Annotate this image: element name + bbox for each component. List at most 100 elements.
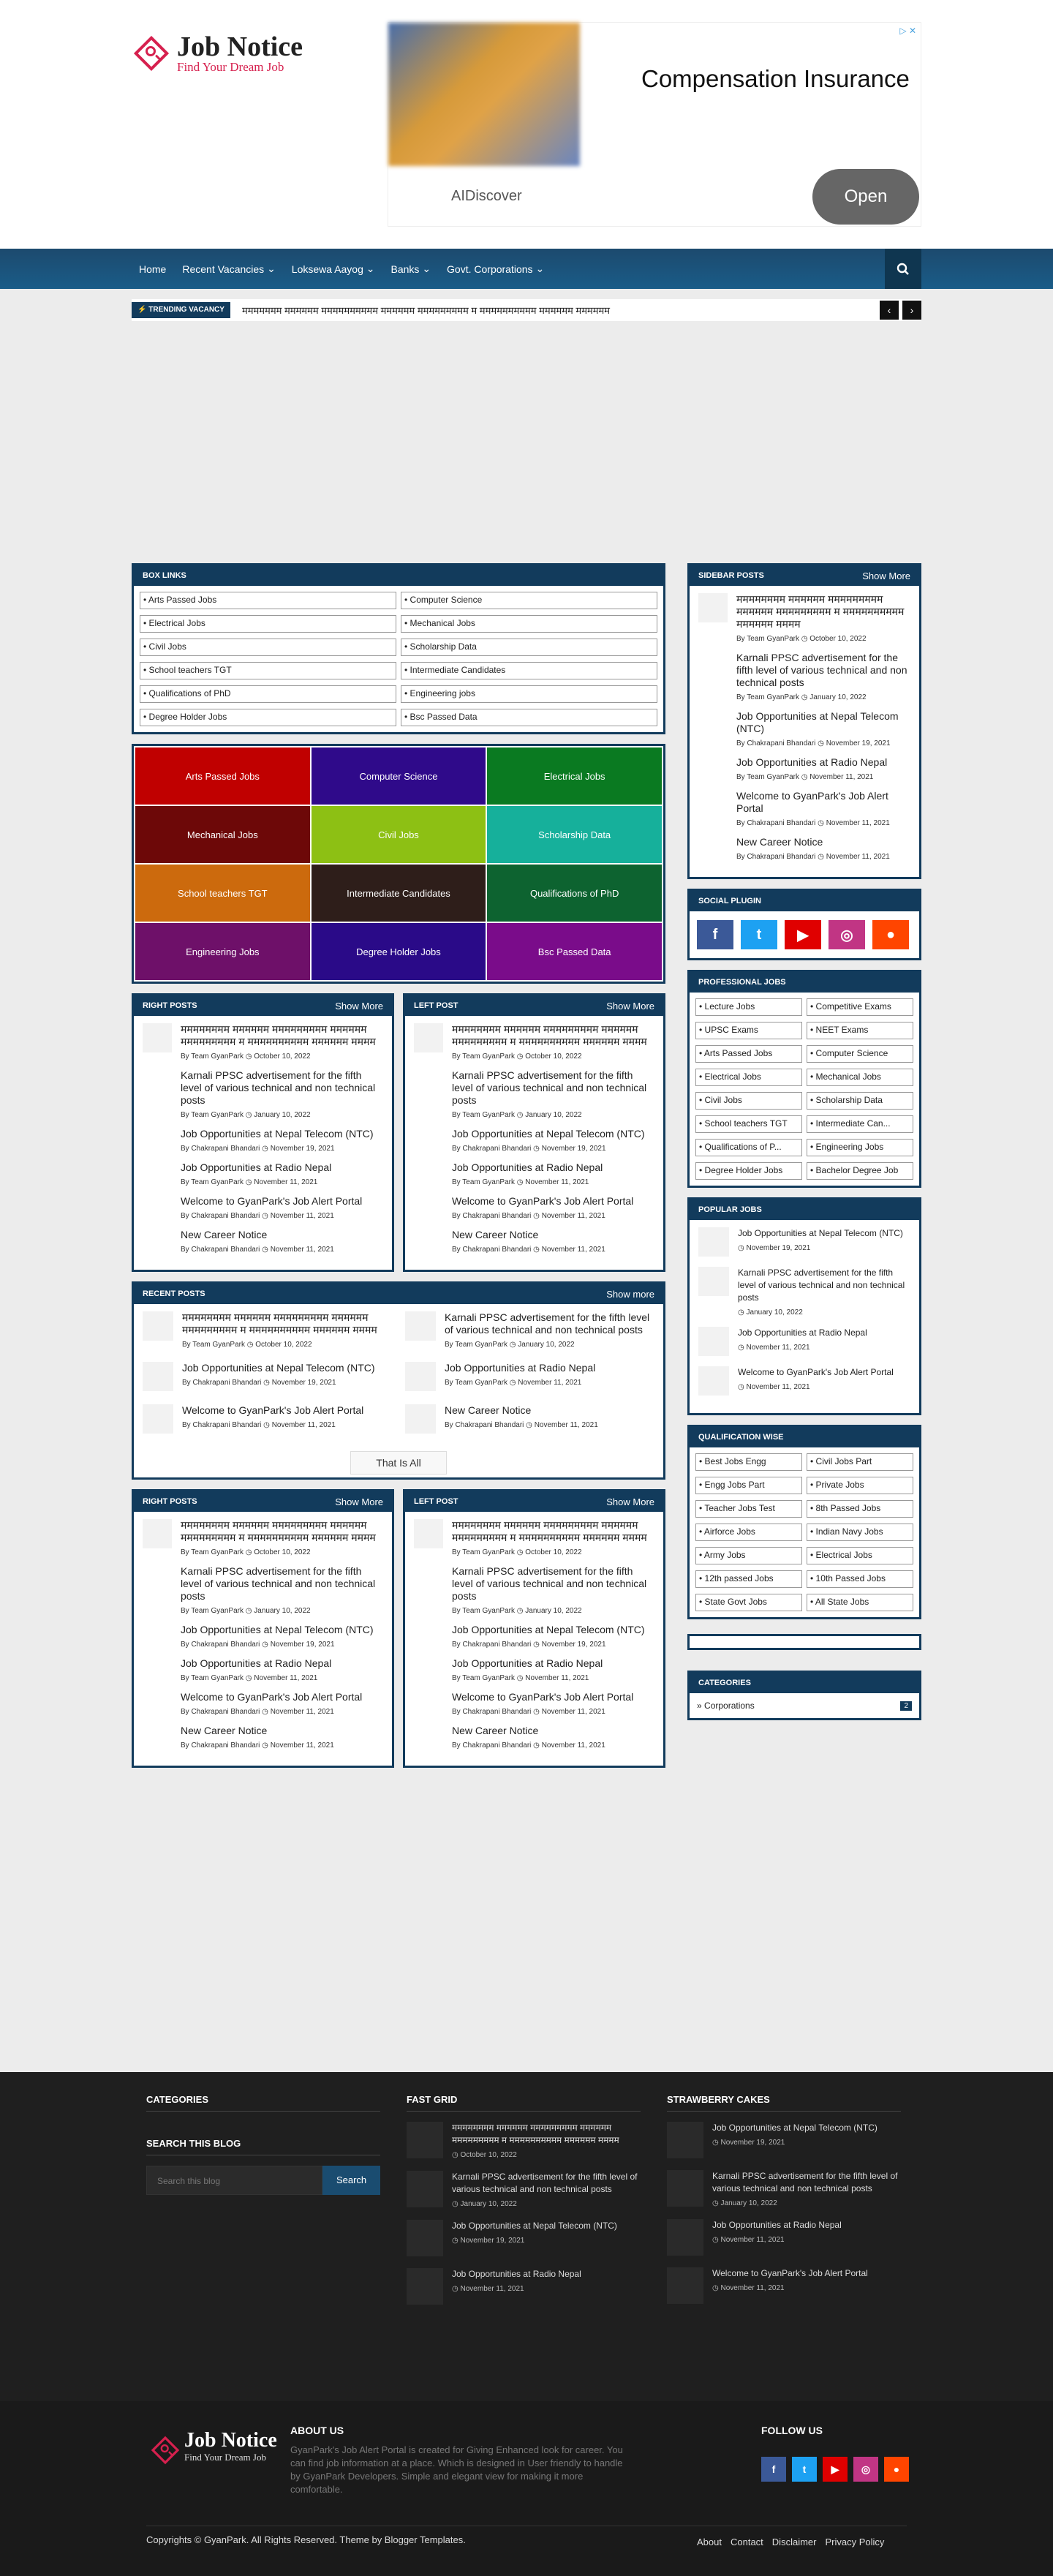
post-item[interactable]: मममममममम मममममम ममममममममम मममममम ममममममम… [143,1023,383,1061]
color-tile[interactable]: Mechanical Jobs [135,806,310,863]
post-title[interactable]: Karnali PPSC advertisement for the fifth… [181,1565,383,1603]
youtube-icon[interactable]: ▶ [823,2457,848,2482]
search-submit-button[interactable]: Search [322,2166,380,2195]
post-item[interactable]: Welcome to GyanPark's Job Alert Portal By… [698,790,910,827]
show-more-link[interactable]: Show More [335,1001,383,1012]
post-author[interactable]: Chakrapani Bhandari [462,1641,531,1649]
post-item[interactable]: Job Opportunities at Nepal Telecom (NTC)… [143,1128,383,1153]
link-item[interactable]: • Airforce Jobs [695,1524,802,1541]
post-item[interactable]: Karnali PPSC advertisement for the fifth… [698,652,910,701]
link-item[interactable]: • Engineering jobs [401,685,657,703]
post-title[interactable]: Job Opportunities at Radio Nepal [736,756,887,769]
link-item[interactable]: • School teachers TGT [140,662,396,679]
link-item[interactable]: • Arts Passed Jobs [140,592,396,609]
post-title[interactable]: मममममममम मममममम ममममममममम मममममम ममममममम… [181,1023,383,1048]
color-tile[interactable]: Computer Science [311,747,486,805]
post-author[interactable]: Team GyanPark [192,1341,245,1349]
link-item[interactable]: • Competitive Exams [807,998,913,1016]
post-author[interactable]: Team GyanPark [462,1178,515,1186]
show-more-link[interactable]: Show More [335,1496,383,1507]
post-title[interactable]: मममममममम मममममम ममममममममम मममममम ममममममम… [452,2122,641,2147]
color-tile[interactable]: Scholarship Data [487,806,662,863]
post-thumbnail[interactable] [667,2170,703,2207]
color-tile[interactable]: Civil Jobs [311,806,486,863]
post-author[interactable]: Chakrapani Bhandari [455,1421,524,1429]
post-author[interactable]: Team GyanPark [191,1607,244,1615]
post-author[interactable]: Chakrapani Bhandari [747,853,815,861]
post-item[interactable]: Job Opportunities at Radio Nepal ◷ Novemb… [698,1327,910,1356]
footer-post[interactable]: Job Opportunities at Nepal Telecom (NTC)… [667,2122,901,2158]
post-item[interactable]: Job Opportunities at Nepal Telecom (NTC)… [414,1624,654,1649]
post-title[interactable]: Karnali PPSC advertisement for the fifth… [736,652,910,689]
facebook-icon[interactable]: f [761,2457,786,2482]
link-item[interactable]: • Qualifications of P... [695,1139,802,1156]
post-title[interactable]: Job Opportunities at Radio Nepal [712,2219,842,2232]
post-item[interactable]: Job Opportunities at Nepal Telecom (NTC)… [414,1128,654,1153]
post-author[interactable]: Chakrapani Bhandari [462,1212,531,1220]
post-title[interactable]: मममममममम मममममम ममममममममम मममममम ममममममम… [182,1311,392,1336]
post-item[interactable]: Karnali PPSC advertisement for the fifth… [143,1565,383,1615]
footer-logo[interactable]: Job Notice Find Your Dream Job [146,2430,277,2465]
footer-post[interactable]: Karnali PPSC advertisement for the fifth… [407,2171,641,2208]
post-thumbnail[interactable] [407,2122,443,2158]
post-title[interactable]: Karnali PPSC advertisement for the fifth… [445,1311,654,1336]
post-author[interactable]: Chakrapani Bhandari [191,1641,260,1649]
color-tile[interactable]: Intermediate Candidates [311,865,486,922]
post-item[interactable]: मममममममम मममममम ममममममममम मममममम ममममममम… [414,1023,654,1061]
post-thumbnail[interactable] [414,1519,443,1548]
link-item[interactable]: • Mechanical Jobs [807,1069,913,1086]
post-thumbnail[interactable] [698,1366,729,1396]
post-item[interactable]: New Career Notice By Chakrapani Bhandari … [414,1725,654,1750]
show-more-link[interactable]: Show More [606,1496,654,1507]
color-tile[interactable]: School teachers TGT [135,865,310,922]
post-item[interactable]: Job Opportunities at Nepal Telecom (NTC)… [698,710,910,747]
post-item[interactable]: Karnali PPSC advertisement for the fifth… [698,1267,910,1317]
post-thumbnail[interactable] [698,1327,729,1356]
post-author[interactable]: Chakrapani Bhandari [747,739,815,747]
post-item[interactable]: New Career Notice By Chakrapani Bhandari … [143,1229,383,1254]
link-item[interactable]: • Indian Navy Jobs [807,1524,913,1541]
post-title[interactable]: Welcome to GyanPark's Job Alert Portal [738,1366,894,1379]
post-title[interactable]: Job Opportunities at Nepal Telecom (NTC) [452,1624,645,1636]
post-item[interactable]: मममममममम मममममम ममममममममम मममममम ममममममम… [414,1519,654,1556]
post-title[interactable]: New Career Notice [452,1725,605,1737]
link-item[interactable]: • Arts Passed Jobs [695,1045,802,1063]
instagram-icon[interactable]: ◎ [829,920,865,949]
post-author[interactable]: Chakrapani Bhandari [191,1145,260,1153]
post-title[interactable]: मममममममम मममममम ममममममममम मममममम ममममममम… [452,1023,654,1048]
post-title[interactable]: Job Opportunities at Nepal Telecom (NTC) [181,1624,374,1636]
post-thumbnail[interactable] [407,2268,443,2305]
link-item[interactable]: • Electrical Jobs [695,1069,802,1086]
footer-post[interactable]: Job Opportunities at Radio Nepal ◷ Novemb… [667,2219,901,2256]
post-title[interactable]: Karnali PPSC advertisement for the fifth… [738,1267,910,1304]
instagram-icon[interactable]: ◎ [853,2457,878,2482]
link-item[interactable]: • Civil Jobs [140,639,396,656]
link-item[interactable]: • All State Jobs [807,1594,913,1611]
post-author[interactable]: Team GyanPark [455,1379,507,1387]
footer-link[interactable]: Disclaimer [772,2537,817,2547]
link-item[interactable]: • Degree Holder Jobs [140,709,396,726]
post-author[interactable]: Chakrapani Bhandari [462,1246,531,1254]
post-title[interactable]: Job Opportunities at Nepal Telecom (NTC) [738,1227,903,1240]
twitter-icon[interactable]: t [792,2457,817,2482]
post-thumbnail[interactable] [143,1519,172,1548]
post-title[interactable]: Job Opportunities at Nepal Telecom (NTC) [181,1128,374,1140]
post-item[interactable]: Job Opportunities at Radio Nepal By Team … [143,1657,383,1682]
post-thumbnail[interactable] [143,1311,173,1341]
post-author[interactable]: Team GyanPark [747,635,799,643]
link-item[interactable]: • UPSC Exams [695,1022,802,1039]
search-input[interactable]: Search this blog [146,2166,323,2195]
post-title[interactable]: मममममममम मममममम ममममममममम मममममम ममममममम… [181,1519,383,1544]
link-item[interactable]: • Computer Science [807,1045,913,1063]
post-item[interactable]: New Career Notice By Chakrapani Bhandari … [698,836,910,861]
link-item[interactable]: • Lecture Jobs [695,998,802,1016]
color-tile[interactable]: Degree Holder Jobs [311,923,486,980]
color-tile[interactable]: Engineering Jobs [135,923,310,980]
post-item[interactable]: New Career Notice By Chakrapani Bhandari … [414,1229,654,1254]
post-thumbnail[interactable] [414,1023,443,1052]
link-item[interactable]: • Civil Jobs [695,1092,802,1110]
post-item[interactable]: Welcome to GyanPark's Job Alert Portal By… [143,1195,383,1220]
post-item[interactable]: Job Opportunities at Radio Nepal By Team … [698,756,910,781]
link-item[interactable]: • Intermediate Can... [807,1115,913,1133]
post-thumbnail[interactable] [143,1362,173,1391]
